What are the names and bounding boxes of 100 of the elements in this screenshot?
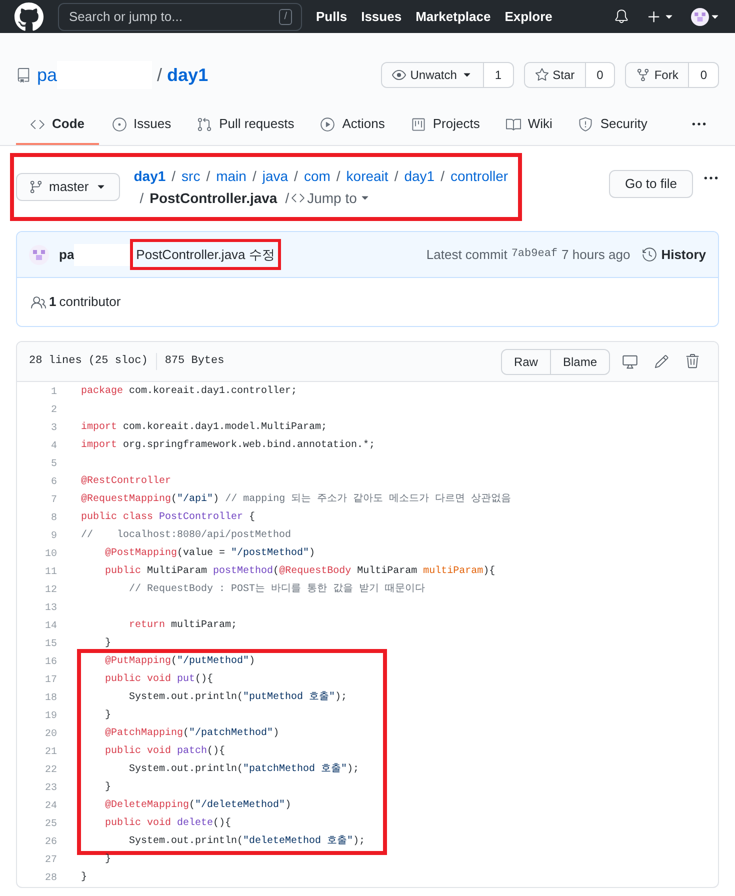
branch-selector[interactable]: master <box>16 173 120 201</box>
repo-tab[interactable]: Code <box>16 105 98 145</box>
play-icon <box>320 116 336 132</box>
repo-tab[interactable]: Actions <box>307 105 398 145</box>
breadcrumb-link[interactable]: main <box>216 167 246 185</box>
breadcrumb-link[interactable]: java <box>262 167 288 185</box>
code-line: } <box>80 870 88 885</box>
commit-time: 7 hours ago <box>562 246 630 264</box>
code-line: System.out.println("patchMethod 호출"); <box>77 761 387 779</box>
author-link[interactable]: pa <box>59 244 74 264</box>
line-number: 25 <box>44 818 58 832</box>
code-line: public void delete(){ <box>77 815 387 833</box>
redaction-block <box>74 244 134 266</box>
line-number: 13 <box>44 602 58 616</box>
code-line: @RestController <box>80 474 172 489</box>
line-number: 28 <box>44 872 58 886</box>
repo-name-link[interactable]: day1 <box>167 62 208 88</box>
code-line: @PostMapping(value = "/postMethod") <box>104 546 316 561</box>
line-number: 10 <box>44 548 58 562</box>
file-size: 875 Bytes <box>164 354 224 370</box>
line-number: 9 <box>50 530 58 544</box>
line-number: 14 <box>44 620 58 634</box>
watch-button[interactable]: Unwatch <box>382 63 484 87</box>
code-line: @DeleteMapping("/deleteMethod") <box>77 797 387 815</box>
line-number: 27 <box>44 854 58 868</box>
shield-icon <box>578 116 594 132</box>
code-line: package com.koreait.day1.controller; <box>80 384 298 399</box>
line-number: 8 <box>50 512 58 526</box>
breadcrumb-link[interactable]: day1 <box>134 167 166 185</box>
commit-message-link[interactable]: PostController.java 수정 <box>130 238 281 270</box>
path-separator: / <box>394 167 398 185</box>
line-number: 4 <box>50 440 58 454</box>
code-line: import org.springframework.web.bind.annotation.*; <box>80 438 376 453</box>
nav-link[interactable]: Marketplace <box>416 6 491 26</box>
code-line: return multiParam; <box>128 618 238 633</box>
edit-icon[interactable] <box>654 354 669 369</box>
breadcrumb-link[interactable]: src <box>182 167 200 185</box>
line-number: 23 <box>44 782 58 796</box>
repo-tab[interactable]: Pull requests <box>184 105 308 145</box>
go-to-file-button[interactable]: Go to file <box>608 170 693 198</box>
line-number: 24 <box>44 800 58 814</box>
line-number: 15 <box>44 638 58 652</box>
code-line: public MultiParam postMethod(@RequestBody MultiParam multiParam){ <box>104 564 496 579</box>
line-number: 22 <box>44 764 58 778</box>
code-line: @RequestMapping("/api") // mapping 되는 주소가 같아도 메소드가 다르면 상관없음 <box>80 492 512 507</box>
repo-tab[interactable]: Projects <box>398 105 493 145</box>
nav-link[interactable]: Pulls <box>316 6 348 26</box>
fork-icon <box>636 68 650 82</box>
repo-tab[interactable]: Issues <box>98 105 184 145</box>
code-line: public class PostController { <box>80 510 256 525</box>
repo-tab[interactable]: Wiki <box>492 105 566 145</box>
line-number: 6 <box>50 476 58 490</box>
code-line: } <box>104 852 112 867</box>
history-link[interactable]: History <box>642 244 706 264</box>
star-button[interactable]: Star <box>524 63 586 87</box>
counter[interactable]: 0 <box>586 63 614 87</box>
line-number: 21 <box>44 746 58 760</box>
file-name: PostController.java <box>150 189 278 207</box>
breadcrumb-link[interactable]: koreait <box>346 167 388 185</box>
code-line: public void patch(){ <box>77 743 387 761</box>
code-line: @PatchMapping("/patchMethod") <box>77 725 387 743</box>
line-number: 7 <box>50 494 58 508</box>
pull-request-icon <box>197 116 212 132</box>
github-logo-icon[interactable] <box>14 2 44 32</box>
counter[interactable]: 0 <box>689 63 718 87</box>
path-separator: / <box>157 64 162 86</box>
issue-icon <box>112 116 126 132</box>
jump-to-menu[interactable]: Jump to <box>291 189 371 207</box>
path-separator: / <box>294 167 298 185</box>
line-number: 5 <box>50 458 58 472</box>
bell-icon[interactable] <box>614 9 629 24</box>
breadcrumb-link[interactable]: day1 <box>404 167 435 185</box>
path-separator: / <box>252 167 256 185</box>
line-number: 11 <box>44 566 58 580</box>
path-separator: / <box>336 167 340 185</box>
owner-link[interactable]: pa <box>37 62 58 88</box>
line-number: 20 <box>44 728 58 742</box>
counter[interactable]: 1 <box>484 63 513 87</box>
delete-icon[interactable] <box>685 354 700 369</box>
line-number: 19 <box>44 710 58 724</box>
nav-link[interactable]: Issues <box>361 6 402 26</box>
breadcrumb-link[interactable]: com <box>304 167 330 185</box>
code-line: public void put(){ <box>77 671 387 689</box>
nav-link[interactable]: Explore <box>504 6 552 26</box>
code-line: } <box>104 636 112 651</box>
desktop-icon[interactable] <box>622 354 638 370</box>
fork-button[interactable]: Fork <box>626 63 690 87</box>
path-separator: / <box>172 167 176 185</box>
code-line: System.out.println("putMethod 호출"); <box>77 689 387 707</box>
path-separator: / <box>440 167 444 185</box>
repo-tab[interactable]: Security <box>565 105 660 145</box>
path-separator: / <box>140 189 144 207</box>
commit-sha-link[interactable]: 7ab9eaf <box>511 246 558 263</box>
branch-icon <box>29 180 43 194</box>
breadcrumb-link[interactable]: controller <box>450 167 508 185</box>
code-icon <box>291 191 306 205</box>
contributor-count: 1 <box>49 293 56 312</box>
code-line: // localhost:8080/api/postMethod <box>80 528 292 543</box>
file-action-button[interactable]: Blame <box>550 350 609 374</box>
latest-commit-label: Latest commit <box>426 246 508 264</box>
